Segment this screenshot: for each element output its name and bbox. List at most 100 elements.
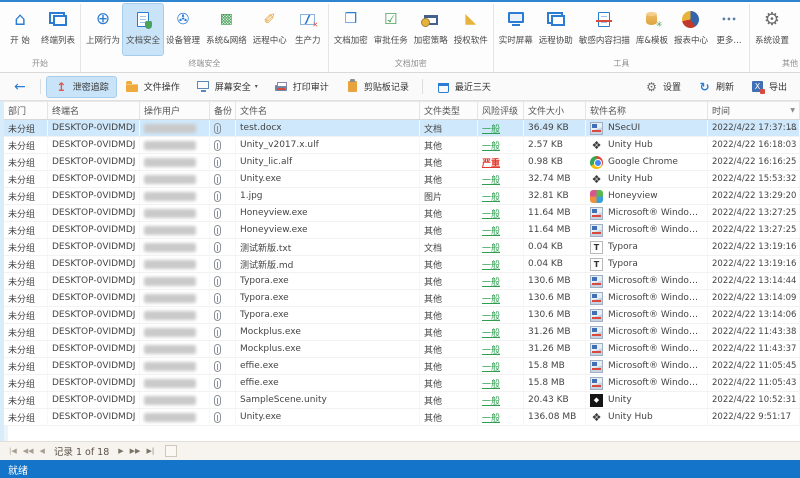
ribbon-item[interactable]: ❒ 文档加密 [331,4,371,55]
column-header[interactable]: 终端名 [48,102,140,119]
table-row[interactable]: 未分组 DESKTOP-0VIDMDJ Honeyview.exe 其他 一般 11.64… [4,222,800,239]
msi-icon [590,376,603,390]
ribbon-item[interactable]: 生产力 [290,4,326,55]
toolbar-button[interactable]: ↻ 刷新 [690,77,741,97]
ribbon-item[interactable]: 终端列表 [38,4,78,55]
time-cell: 2022/4/22 13:14:44 [708,273,800,289]
pager-next-button[interactable]: ▶| [143,447,157,455]
table-row[interactable]: 未分组 DESKTOP-0VIDMDJ Typora.exe 其他 一般 130.6 MB… [4,273,800,290]
pager-next-button[interactable]: ▶▶ [127,447,144,455]
back-button[interactable]: ← [6,79,34,95]
column-header[interactable]: 文件大小 [524,102,586,119]
ribbon-item[interactable]: i关 于 [792,4,800,55]
ribbon-item[interactable]: ◣ 授权软件 [451,4,491,55]
column-header[interactable]: 风险评级 [478,102,524,119]
honeyview-icon [590,189,603,203]
table-row[interactable]: 未分组 DESKTOP-0VIDMDJ Unity.exe 其他 一般 32.74 MB ❖… [4,171,800,188]
toolbar-button[interactable]: X 导出 [743,77,794,97]
msi-icon [590,359,603,373]
ribbon-item[interactable]: ⊕ 上网行为 [83,4,123,55]
ribbon-item[interactable]: ⚙ 系统设置 [752,4,792,55]
remote-center-icon: ✐ [263,10,276,28]
column-header[interactable]: 软件名称 [586,102,708,119]
backup-cell [210,256,236,272]
toolbar-button[interactable]: ↥ 泄密追踪 [45,75,117,98]
toolbar-button[interactable]: 文件操作 [118,77,187,97]
risk-badge: 一般 [482,226,501,237]
table-row[interactable]: 未分组 DESKTOP-0VIDMDJ Typora.exe 其他 一般 130.6 MB… [4,290,800,307]
paperclip-icon [214,241,221,253]
pager-next-button[interactable]: ▶ [115,447,126,455]
column-header[interactable]: 备份 [210,102,236,119]
table-row[interactable]: 未分组 DESKTOP-0VIDMDJ 测试新版.md 其他 一般 0.04 KB T Typ… [4,256,800,273]
toolbar-button[interactable]: 屏幕安全 ▾ [189,77,265,97]
toolbar-button[interactable]: ⚙ 设置 [637,77,688,97]
ribbon-item[interactable]: 报表中心 [671,4,711,55]
pager-prev-button[interactable]: ◀◀ [20,447,37,455]
pager-prev-button[interactable]: ◀ [37,447,48,455]
calendar-icon-shape [437,82,449,93]
pager-prev-button[interactable]: |◀ [6,447,20,455]
table-row[interactable]: 未分组 DESKTOP-0VIDMDJ Honeyview.exe 其他 一般 11.64… [4,205,800,222]
table-row[interactable]: 未分组 DESKTOP-0VIDMDJ Unity.exe 其他 一般 136.08 MB… [4,409,800,426]
ribbon-item-label: 授权软件 [453,36,488,46]
table-row[interactable]: 未分组 DESKTOP-0VIDMDJ Unity_lic.alf 其他 严重 0.98 … [4,154,800,171]
column-header-label: 终端名 [52,107,80,117]
ribbon-item[interactable]: 远程协助 [536,4,576,55]
date-range-filter[interactable]: 最近三天 [429,77,498,97]
table-row[interactable]: 未分组 DESKTOP-0VIDMDJ 测试新版.txt 文档 一般 0.04 KB T Ty… [4,239,800,256]
risk-cell: 一般 [478,205,524,221]
risk-cell: 严重 [478,154,524,170]
software-name: Microsoft® Windows® Oper... [608,378,703,388]
filetype-cell: 图片 [420,188,478,204]
ribbon-item[interactable]: 库&模板 [633,4,671,55]
column-header[interactable]: 文件类型 [420,102,478,119]
column-header[interactable]: 操作用户 [140,102,210,119]
backup-cell [210,341,236,357]
encrypt-policy-icon-shape [420,15,438,27]
ribbon-item[interactable]: 文档安全 [122,3,165,56]
table-row[interactable]: 未分组 DESKTOP-0VIDMDJ Mockplus.exe 其他 一般 31.26 … [4,341,800,358]
table-row[interactable]: 未分组 DESKTOP-0VIDMDJ effie.exe 其他 一般 15.8 MB Mi… [4,358,800,375]
column-header[interactable]: 文件名 [236,102,420,119]
column-header[interactable]: 时间 ▼ [708,102,800,119]
paperclip-icon [214,139,221,151]
backup-cell [210,205,236,221]
ribbon-item[interactable]: ☑ 审批任务 [371,4,411,55]
risk-cell: 一般 [478,375,524,391]
dept-cell: 未分组 [4,358,48,374]
table-row[interactable]: 未分组 DESKTOP-0VIDMDJ effie.exe 其他 一般 15.8 MB Mi… [4,375,800,392]
table-row[interactable]: 未分组 DESKTOP-0VIDMDJ Mockplus.exe 其他 一般 31.26 … [4,324,800,341]
software-name: Google Chrome [608,157,678,167]
ribbon-item[interactable]: ✇ 设备管理 [163,4,203,55]
row-more-button[interactable]: … [789,123,798,133]
table-row[interactable]: 未分组 DESKTOP-0VIDMDJ test.docx 文档 一般 36.49 KB N… [4,120,800,137]
table-row[interactable]: 未分组 DESKTOP-0VIDMDJ 1.jpg 图片 一般 32.81 KB Honey… [4,188,800,205]
ribbon-item[interactable]: 实时屏幕 [496,4,536,55]
ribbon-item[interactable]: ▩ 系统&网络 [203,4,250,55]
filename-cell: effie.exe [236,375,420,391]
filetype-cell: 其他 [420,392,478,408]
backup-cell [210,171,236,187]
user-redacted [144,174,196,184]
ribbon-item[interactable]: ••• 更多... [711,4,747,55]
risk-badge: 一般 [482,192,501,203]
backup-cell [210,290,236,306]
table-row[interactable]: 未分组 DESKTOP-0VIDMDJ Typora.exe 其他 一般 130.6 MB… [4,307,800,324]
pager-extra-button[interactable] [165,445,178,457]
ribbon-item-label: 开 始 [10,36,30,46]
toolbar-button[interactable]: 打印审计 [267,77,336,97]
doc-encrypt-icon: ❒ [344,11,357,27]
dept-cell: 未分组 [4,222,48,238]
ribbon-item[interactable]: ✐ 远程中心 [250,4,290,55]
table-row[interactable]: 未分组 DESKTOP-0VIDMDJ Unity_v2017.x.ulf 其他 一般 2… [4,137,800,154]
column-header[interactable]: 部门 [4,102,48,119]
ribbon-item[interactable]: ⌂ 开 始 [2,4,38,55]
column-header-label: 文件名 [240,107,268,117]
ribbon-item[interactable]: 敏感内容扫描 [576,4,633,55]
table-row[interactable]: 未分组 DESKTOP-0VIDMDJ SampleScene.unity 其他 一般 2… [4,392,800,409]
time-cell: 2022/4/22 10:52:31 [708,392,800,408]
ribbon-item[interactable]: 加密策略 [411,4,451,55]
filesize-cell: 31.26 MB [524,341,586,357]
toolbar-button[interactable]: 剪贴板记录 [338,77,416,97]
